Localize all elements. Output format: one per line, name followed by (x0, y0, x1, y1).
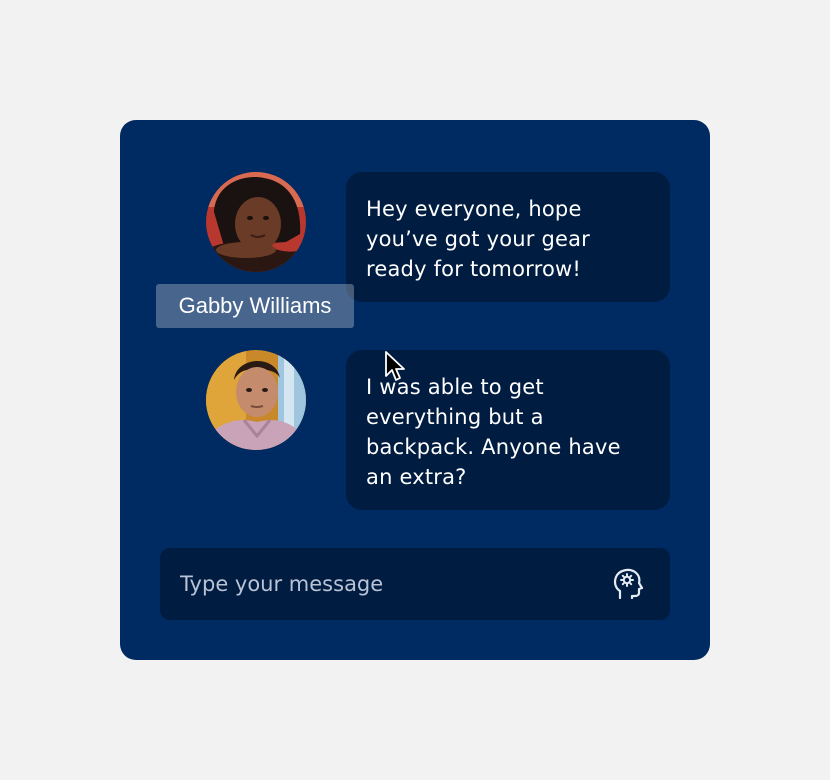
avatar-sender-2[interactable] (206, 350, 306, 450)
avatar-photo-1 (206, 172, 306, 272)
message-bubble: Hey everyone, hope you’ve got your gear … (346, 172, 670, 302)
mouse-cursor-icon (385, 351, 405, 381)
avatar-photo-2 (206, 350, 306, 450)
message-composer (160, 548, 670, 620)
head-gear-icon (613, 568, 644, 600)
chat-panel: Hey everyone, hope you’ve got your gear … (120, 120, 710, 660)
message-text: I was able to get everything but a backp… (366, 375, 621, 489)
avatar-gabby-williams[interactable] (206, 172, 306, 272)
message-input[interactable] (160, 548, 600, 620)
message-text: Hey everyone, hope you’ve got your gear … (366, 197, 591, 281)
assistant-button[interactable] (606, 562, 650, 606)
page-background: Hey everyone, hope you’ve got your gear … (0, 0, 830, 780)
sender-name-tooltip: Gabby Williams (156, 284, 354, 328)
